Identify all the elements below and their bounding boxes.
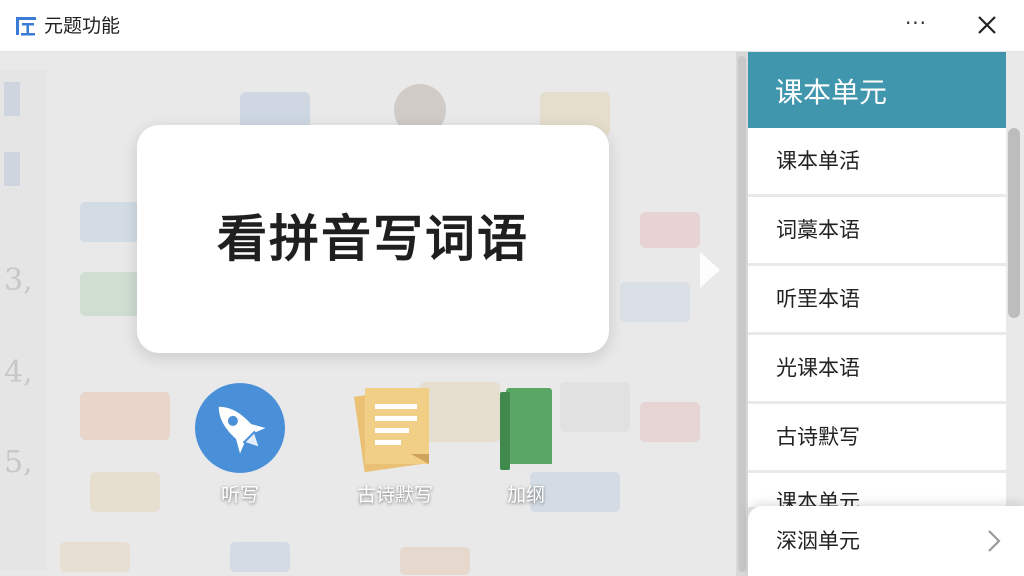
unit-list: 课本单活 词藁本语 听罜本语 光课本语 古诗默写 课本单元 [748, 128, 1006, 507]
floating-unit-label: 深洇单元 [776, 529, 860, 553]
panel-header: 课本单元 [748, 52, 1006, 128]
poem-recitation-label: 古诗默写 [356, 484, 433, 506]
window-title: 元题功能 [44, 15, 121, 37]
title-bar: 元题功能 ··· [0, 0, 1024, 52]
green-book-icon [500, 388, 552, 470]
chevron-right-icon [988, 530, 1001, 552]
list-item[interactable]: 词藁本语 [748, 197, 1006, 263]
extra-outline-label: 加纲 [506, 484, 545, 506]
list-item[interactable]: 光课本语 [748, 335, 1006, 401]
list-item[interactable]: 课本单元 [748, 473, 1006, 507]
close-icon[interactable] [970, 8, 1004, 42]
unit-panel: 课本单元 课本单活 词藁本语 听罜本语 光课本语 古诗默写 课本单元 深洇单元 [736, 52, 1024, 576]
left-scrollbar-thumb[interactable] [738, 56, 746, 572]
list-item[interactable]: 听罜本语 [748, 266, 1006, 332]
list-item[interactable]: 课本单活 [748, 128, 1006, 194]
app-logo-icon [16, 17, 36, 36]
poem-recitation-button[interactable]: 古诗默写 [340, 382, 450, 508]
right-scrollbar-thumb[interactable] [1008, 128, 1020, 318]
rocket-icon [195, 383, 285, 473]
dictation-label: 听写 [220, 484, 259, 506]
left-scrollbar[interactable] [736, 52, 748, 576]
topic-card-title: 看拼音写词语 [217, 210, 529, 268]
more-options-button[interactable]: ··· [896, 10, 936, 42]
dictation-button[interactable]: 听写 [190, 382, 290, 508]
list-item[interactable]: 古诗默写 [748, 404, 1006, 470]
note-paper-icon [354, 387, 429, 473]
floating-unit-item[interactable]: 深洇单元 [748, 506, 1024, 576]
topic-card[interactable]: 看拼音写词语 [137, 125, 609, 353]
main-stage: 3, 4, 5, 看拼音写词语 [0, 52, 736, 576]
extra-outline-button[interactable]: 加纲 [488, 382, 564, 508]
next-arrow-icon[interactable] [696, 250, 724, 290]
